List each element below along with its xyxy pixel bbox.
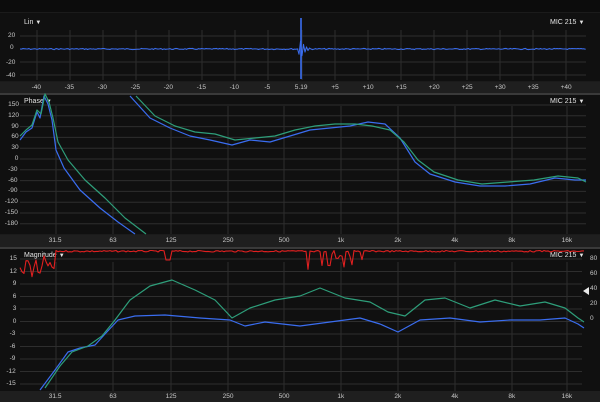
plot-canvas: [19, 18, 587, 391]
coherence-trace: [19, 249, 584, 278]
magnitude-trace-blue: [39, 314, 585, 391]
phase-trace-blue: [129, 95, 586, 187]
phase-trace-green: [135, 95, 587, 185]
